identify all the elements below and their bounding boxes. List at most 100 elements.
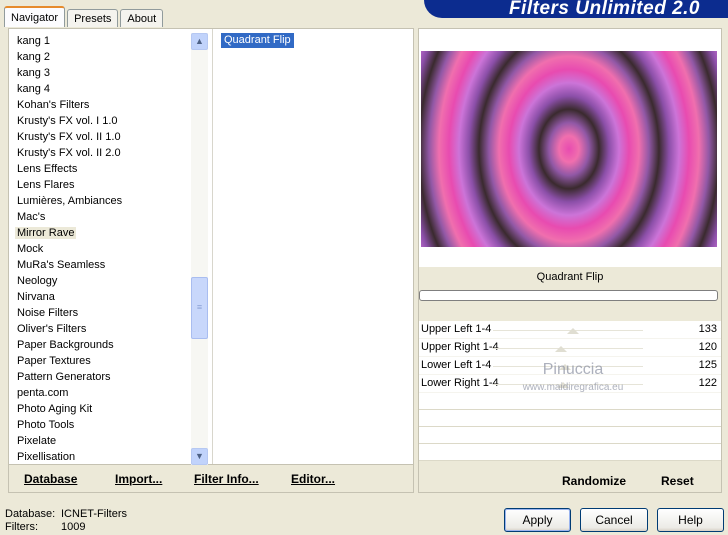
category-item[interactable]: kang 1 [9,33,191,49]
param-row-empty [419,444,721,461]
category-item[interactable]: Mirror Rave [9,225,191,241]
category-item[interactable]: Lens Effects [9,161,191,177]
randomize-button[interactable]: Randomize [562,474,626,488]
category-item[interactable]: Paper Textures [9,353,191,369]
preview-image [421,51,717,247]
param-row[interactable]: Upper Right 1-4 120 [419,339,721,357]
category-label: penta.com [17,387,69,399]
category-label: Pattern Generators [17,371,111,383]
reset-button[interactable]: Reset [661,474,694,488]
param-label: Lower Left 1-4 [421,359,492,371]
category-label: Nirvana [17,291,55,303]
tab-presets[interactable]: Presets [67,9,119,27]
category-item[interactable]: penta.com [9,385,191,401]
category-label: Pixelate [17,435,57,447]
tab-bar: Navigator Presets About [4,6,165,27]
apply-button[interactable]: Apply [504,508,571,532]
category-label: Mac's [17,211,46,223]
filter-item-selected[interactable]: Quadrant Flip [221,33,294,48]
category-item[interactable]: Noise Filters [9,305,191,321]
category-label: kang 3 [17,67,51,79]
category-label: Mock [17,243,44,255]
param-label: Upper Right 1-4 [421,341,499,353]
navigator-toolbar: Database Import... Filter Info... Editor… [8,465,414,493]
param-slider-handle[interactable] [567,328,579,334]
category-item[interactable]: Neology [9,273,191,289]
category-item[interactable]: kang 2 [9,49,191,65]
help-button[interactable]: Help [657,508,724,532]
category-label: Lens Flares [17,179,75,191]
category-item[interactable]: Oliver's Filters [9,321,191,337]
status-filters-value: 1009 [61,521,86,533]
category-item[interactable]: kang 4 [9,81,191,97]
category-label: MuRa's Seamless [17,259,106,271]
database-button[interactable]: Database [24,472,77,486]
category-label: Pixellisation [17,451,76,463]
tab-navigator[interactable]: Navigator [4,6,66,27]
category-item[interactable]: Paper Backgrounds [9,337,191,353]
param-row-empty [419,427,721,444]
category-item[interactable]: Photo Aging Kit [9,401,191,417]
category-item[interactable]: Krusty's FX vol. II 1.0 [9,129,191,145]
preview-area [419,29,721,267]
category-label: Paper Textures [17,355,91,367]
category-label: Photo Tools [17,419,75,431]
category-label: Lens Effects [17,163,78,175]
param-slider-handle[interactable] [555,346,567,352]
category-scrollbar[interactable]: ▲ ≡ ▼ [191,33,208,465]
filter-info-button[interactable]: Filter Info... [194,472,259,486]
category-item[interactable]: Lens Flares [9,177,191,193]
category-label: Kohan's Filters [17,99,90,111]
category-item[interactable]: Pixellisation [9,449,191,463]
navigator-panel: kang 1 kang 2 kang 3 kang 4 Kohan's Filters K… [8,28,414,465]
category-item[interactable]: Krusty's FX vol. I 1.0 [9,113,191,129]
category-label: Neology [17,275,58,287]
app-title-banner: Filters Unlimited 2.0 [424,0,728,18]
param-value: 120 [698,341,717,353]
category-label: Photo Aging Kit [17,403,93,415]
category-item[interactable]: MuRa's Seamless [9,257,191,273]
preview-panel: Quadrant Flip Upper Left 1-4 133 Upper R… [418,28,722,493]
category-label: Krusty's FX vol. II 1.0 [17,131,121,143]
param-row-empty [419,410,721,427]
param-value: 122 [698,377,717,389]
category-item[interactable]: Photo Tools [9,417,191,433]
category-item[interactable]: Mac's [9,209,191,225]
category-label: kang 2 [17,51,51,63]
category-item[interactable]: Lumières, Ambiances [9,193,191,209]
scroll-down-button[interactable]: ▼ [191,448,208,465]
list-divider [212,29,213,464]
scroll-up-button[interactable]: ▲ [191,33,208,50]
category-item[interactable]: Mock [9,241,191,257]
category-item[interactable]: Pixelate [9,433,191,449]
watermark-name: Pinuccia [542,361,604,378]
category-label: Krusty's FX vol. II 2.0 [17,147,121,159]
category-label: Oliver's Filters [17,323,87,335]
progress-bar [419,290,718,301]
category-item[interactable]: Pattern Generators [9,369,191,385]
param-label: Lower Right 1-4 [421,377,499,389]
watermark: Pinuccia www.maidiregrafica.eu [503,361,643,397]
status-info: Database: ICNET-Filters Filters: 1009 [5,508,127,534]
category-label: Lumières, Ambiances [17,195,123,207]
category-label: Krusty's FX vol. I 1.0 [17,115,118,127]
status-database-label: Database: [5,508,56,520]
tab-about[interactable]: About [120,9,164,27]
import-button[interactable]: Import... [115,472,162,486]
category-item[interactable]: Kohan's Filters [9,97,191,113]
category-label: kang 1 [17,35,51,47]
category-item[interactable]: Nirvana [9,289,191,305]
cancel-button[interactable]: Cancel [580,508,648,532]
editor-button[interactable]: Editor... [291,472,335,486]
category-list[interactable]: kang 1 kang 2 kang 3 kang 4 Kohan's Filters K… [9,33,191,463]
category-item[interactable]: Krusty's FX vol. II 2.0 [9,145,191,161]
param-slider-track[interactable] [493,348,643,349]
status-database-value: ICNET-Filters [61,508,127,520]
current-filter-name: Quadrant Flip [536,271,604,283]
param-label: Upper Left 1-4 [421,323,492,335]
param-row[interactable]: Upper Left 1-4 133 [419,321,721,339]
watermark-url: www.maidiregrafica.eu [522,382,624,393]
category-item[interactable]: kang 3 [9,65,191,81]
scroll-thumb[interactable]: ≡ [191,277,208,339]
filter-list[interactable]: Quadrant Flip [221,33,411,48]
